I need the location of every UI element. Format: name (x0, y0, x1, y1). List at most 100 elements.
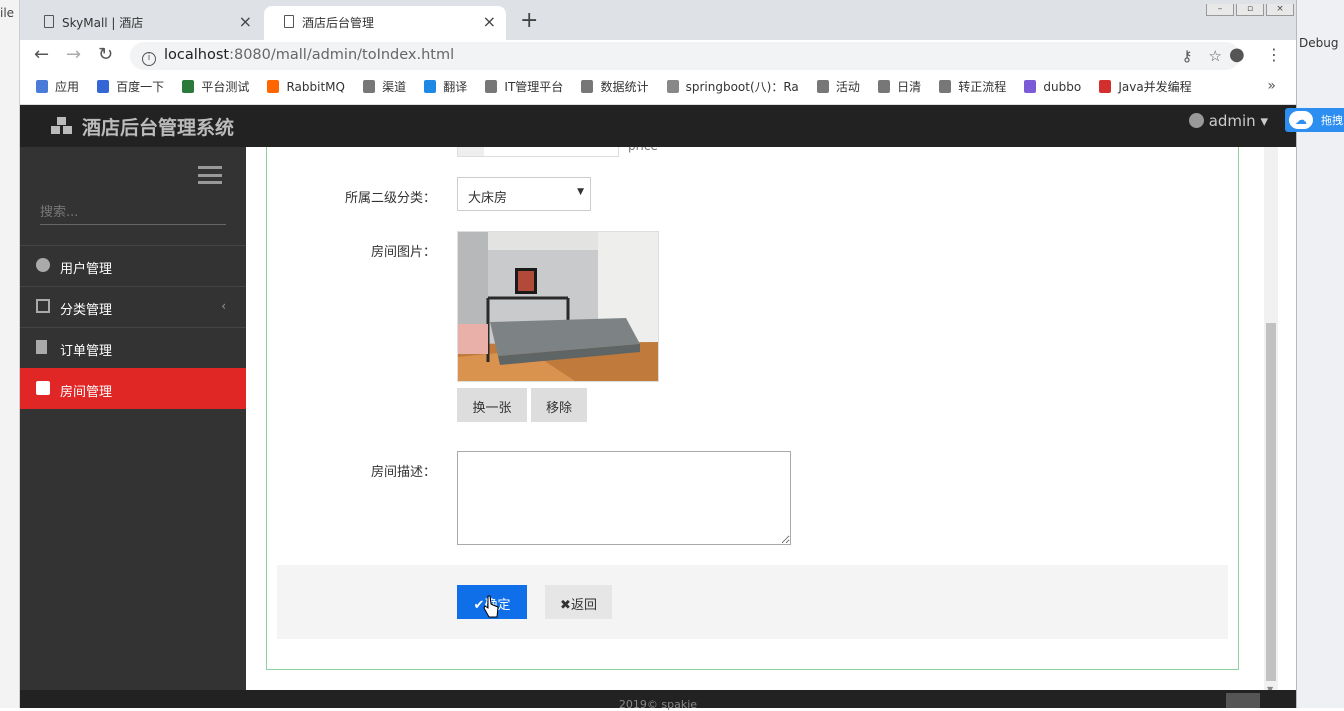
tab-bar: SkyMall | 酒店 × 酒店后台管理 × + – ▫ × (20, 0, 1296, 40)
key-icon[interactable]: ⚷ (1182, 47, 1193, 65)
close-icon[interactable]: × (239, 12, 252, 31)
room-photo (458, 232, 658, 381)
bookmark-regularization[interactable]: 转正流程 (939, 78, 1006, 95)
object-group-icon (36, 299, 50, 313)
shopping-bag-icon (36, 381, 50, 395)
url-path: :8080/mall/admin/toIndex.html (229, 47, 455, 63)
bookmark-daily[interactable]: 日清 (878, 78, 921, 95)
form-actions (277, 565, 1228, 639)
bookmark-springboot[interactable]: springboot(八)：Ra (666, 78, 799, 95)
description-textarea[interactable] (457, 451, 791, 545)
price-input[interactable] (457, 147, 619, 157)
sidebar-search-input[interactable] (40, 203, 226, 225)
user-circle-icon (1188, 113, 1204, 128)
sidebar-item-rooms[interactable]: 房间管理 (20, 368, 246, 409)
desktop-left-fragment: ile (0, 6, 15, 20)
sidebar-item-label: 订单管理 (60, 344, 113, 359)
omnibox-icons: ⚷ ☆ (1166, 47, 1222, 65)
file-icon (36, 340, 47, 354)
sidebar-item-label: 分类管理 (60, 303, 113, 318)
desktop-left-edge: ile (0, 0, 20, 708)
footer: 2019© spakie (20, 690, 1296, 711)
admin-app: 酒店后台管理系统 admin ▾ 用户管理 分类管理 ‹ (20, 105, 1296, 711)
remove-image-button[interactable]: 移除 (531, 388, 587, 422)
category-label: 所属二级分类： (344, 191, 436, 206)
minimize-icon[interactable]: – (1206, 4, 1234, 16)
bookmark-activity[interactable]: 活动 (816, 78, 860, 95)
bookmark-it-platform[interactable]: IT管理平台 (485, 78, 563, 95)
tab-title: SkyMall | 酒店 (62, 16, 144, 30)
apps-grid-icon (36, 80, 48, 93)
caret-down-icon: ▾ (1260, 112, 1268, 130)
hamburger-icon[interactable] (198, 166, 222, 184)
platform-icon (182, 80, 195, 93)
user-name: admin (1208, 112, 1256, 130)
cloud-icon: ☁ (1289, 111, 1313, 129)
back-button[interactable]: ✖返回 (545, 585, 612, 619)
back-to-top-button[interactable] (1226, 693, 1260, 708)
category-value: 大床房 (468, 191, 508, 206)
back-arrow-icon[interactable]: ← (34, 44, 49, 65)
more-menu-icon[interactable]: ⋮ (1266, 45, 1282, 64)
reload-icon[interactable]: ↻ (98, 44, 113, 65)
sidebar-item-label: 用户管理 (60, 262, 113, 277)
tab-skymall[interactable]: SkyMall | 酒店 × (24, 6, 262, 40)
close-icon[interactable]: × (483, 12, 496, 31)
hand-cursor-icon (483, 595, 499, 618)
bookmark-java-concurrency[interactable]: Java并发编程 (1099, 78, 1192, 95)
brand-title: 酒店后台管理系统 (82, 117, 235, 139)
change-image-button[interactable]: 换一张 (457, 388, 527, 422)
bookmark-stats[interactable]: 数据统计 (581, 78, 648, 95)
user-menu[interactable]: admin ▾ (1188, 112, 1268, 130)
browser-window: SkyMall | 酒店 × 酒店后台管理 × + – ▫ × ← → ↻ i loc… (20, 0, 1296, 711)
brand[interactable]: 酒店后台管理系统 (50, 113, 234, 140)
description-label: 房间描述： (370, 465, 436, 480)
profile-icon[interactable]: ● (1229, 44, 1245, 65)
image-label: 房间图片： (370, 245, 436, 260)
bookmark-dubbo[interactable]: dubbo (1024, 80, 1081, 94)
rabbitmq-icon (267, 80, 280, 93)
tab-title: 酒店后台管理 (302, 16, 375, 30)
top-navbar: 酒店后台管理系统 admin ▾ (20, 105, 1296, 147)
bookmark-baidu[interactable]: 百度一下 (97, 78, 164, 95)
star-icon[interactable]: ☆ (1209, 47, 1222, 65)
sidebar-menu: 用户管理 分类管理 ‹ 订单管理 房间管理 (20, 245, 246, 409)
page-icon (939, 80, 952, 93)
page-icon (878, 80, 891, 93)
page-icon (44, 15, 54, 28)
content-scrollbar[interactable]: ▼ (1264, 147, 1278, 694)
bookmark-platform-test[interactable]: 平台测试 (182, 78, 249, 95)
tab-admin[interactable]: 酒店后台管理 × (264, 6, 506, 40)
sidebar: 用户管理 分类管理 ‹ 订单管理 房间管理 (20, 147, 246, 708)
bookmarks-bar: 应用 百度一下 平台测试 RabbitMQ 渠道 翻译 IT管理平台 数据统计 … (20, 70, 1296, 105)
scrollbar-thumb[interactable] (1266, 323, 1276, 681)
sidebar-item-orders[interactable]: 订单管理 (20, 327, 246, 368)
page-icon (363, 80, 376, 93)
java-c-icon (1099, 80, 1112, 93)
cloud-drive-widget[interactable]: ☁ 拖拽 (1285, 108, 1344, 132)
sidebar-item-categories[interactable]: 分类管理 ‹ (20, 286, 246, 327)
more-bookmarks-icon[interactable]: » (1267, 78, 1276, 94)
back-label: 返回 (570, 598, 597, 613)
info-icon[interactable]: i (142, 52, 156, 66)
url-input[interactable]: i localhost:8080/mall/admin/toIndex.html … (130, 42, 1240, 70)
category-select[interactable]: 大床房 ▼ (457, 177, 591, 211)
bookmark-translate[interactable]: 翻译 (424, 78, 467, 95)
sidebar-item-users[interactable]: 用户管理 (20, 245, 246, 286)
room-image (457, 231, 659, 382)
new-tab-icon[interactable]: + (520, 8, 538, 33)
translate-icon (424, 80, 437, 93)
times-icon: ✖ (560, 598, 571, 613)
forward-arrow-icon[interactable]: → (66, 44, 81, 65)
baidu-icon (97, 80, 110, 93)
address-bar: ← → ↻ i localhost:8080/mall/admin/toIndex… (20, 40, 1296, 70)
main-content: price 所属二级分类： 大床房 ▼ 房间图片： (246, 147, 1296, 708)
dubbo-icon (1024, 80, 1037, 93)
bookmark-rabbitmq[interactable]: RabbitMQ (267, 80, 345, 94)
restore-icon[interactable]: ▫ (1236, 4, 1264, 16)
sidebar-item-label: 房间管理 (60, 385, 113, 400)
bookmark-channel[interactable]: 渠道 (363, 78, 406, 95)
bookmark-apps[interactable]: 应用 (36, 78, 79, 95)
close-window-icon[interactable]: × (1266, 4, 1294, 16)
price-hint: price (628, 147, 658, 153)
